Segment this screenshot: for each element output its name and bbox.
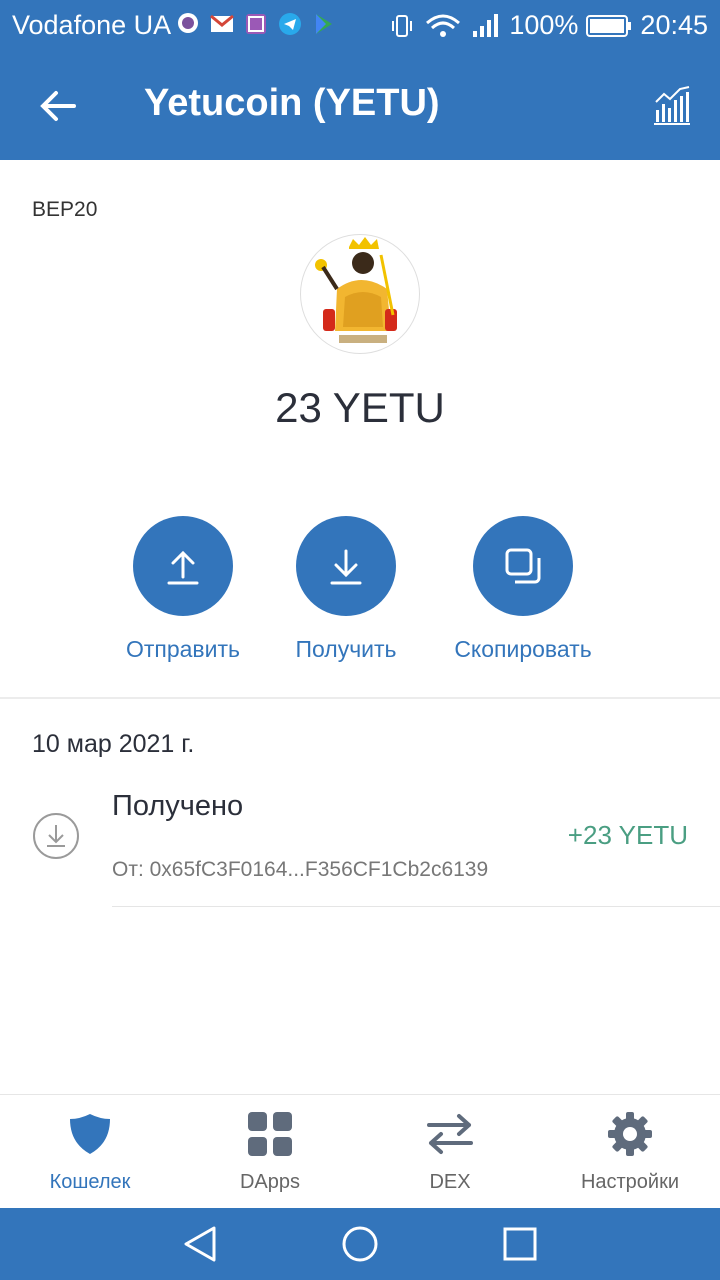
- transaction-amount: +23 YETU: [567, 820, 688, 850]
- viber-icon: [176, 12, 200, 36]
- chart-icon[interactable]: [652, 86, 692, 126]
- nav-settings[interactable]: Настройки: [540, 1095, 720, 1209]
- signal-icon: [473, 13, 499, 37]
- nav-dapps-label: DApps: [239, 1171, 301, 1193]
- bottom-nav: Кошелек DApps DEX Настройки: [0, 1094, 720, 1209]
- nav-wallet[interactable]: Кошелек: [0, 1095, 180, 1209]
- send-label[interactable]: Отправить: [103, 636, 263, 663]
- battery-percent: 100%: [509, 10, 579, 40]
- receive-button[interactable]: [296, 516, 396, 616]
- system-recents-icon[interactable]: [500, 1224, 540, 1264]
- copy-icon: [505, 548, 541, 584]
- grid-icon: [248, 1112, 292, 1156]
- status-right: 100% 20:45: [389, 10, 708, 41]
- section-divider: [0, 697, 720, 699]
- app-bar: Yetucoin (YETU): [0, 52, 720, 160]
- receive-label[interactable]: Получить: [266, 636, 426, 663]
- gallery-icon: [244, 12, 268, 36]
- play-store-icon: [312, 12, 336, 36]
- telegram-icon: [278, 12, 302, 36]
- upload-icon: [167, 550, 199, 585]
- shield-icon: [70, 1114, 110, 1154]
- token-balance: 23 YETU: [275, 384, 445, 431]
- gear-icon: [608, 1112, 652, 1156]
- gmail-icon: [210, 12, 234, 36]
- status-bar: Vodafone UA 100% 20:45: [0, 0, 720, 52]
- download-icon: [330, 549, 362, 585]
- network-label: BEP20: [32, 198, 98, 221]
- send-button[interactable]: [133, 516, 233, 616]
- system-back-icon[interactable]: [180, 1224, 220, 1264]
- notification-icons: [176, 12, 336, 36]
- carrier-name: Vodafone UA: [12, 10, 172, 40]
- nav-settings-label: Настройки: [580, 1171, 680, 1193]
- battery-icon: [586, 14, 632, 37]
- nav-dex-label: DEX: [429, 1171, 471, 1193]
- transaction-date: 10 мар 2021 г.: [32, 730, 195, 758]
- token-logo: [300, 234, 420, 354]
- transaction-divider: [112, 906, 720, 907]
- transaction-from: От: 0x65fC3F0164...F356CF1Cb2c6139: [112, 858, 489, 881]
- transaction-type: Получено: [112, 790, 244, 822]
- copy-label[interactable]: Скопировать: [433, 636, 613, 663]
- page-title: Yetucoin (YETU): [144, 82, 440, 124]
- received-icon: [33, 813, 79, 859]
- back-arrow-icon[interactable]: [36, 84, 80, 128]
- vibrate-icon: [392, 14, 413, 37]
- nav-dapps[interactable]: DApps: [180, 1095, 360, 1209]
- clock: 20:45: [640, 10, 708, 40]
- swap-arrows-icon: [427, 1114, 473, 1154]
- nav-dex[interactable]: DEX: [360, 1095, 540, 1209]
- copy-button[interactable]: [473, 516, 573, 616]
- system-home-icon[interactable]: [340, 1224, 380, 1264]
- nav-wallet-label: Кошелек: [49, 1171, 131, 1193]
- system-nav-bar: [0, 1208, 720, 1280]
- wifi-icon: [426, 14, 461, 37]
